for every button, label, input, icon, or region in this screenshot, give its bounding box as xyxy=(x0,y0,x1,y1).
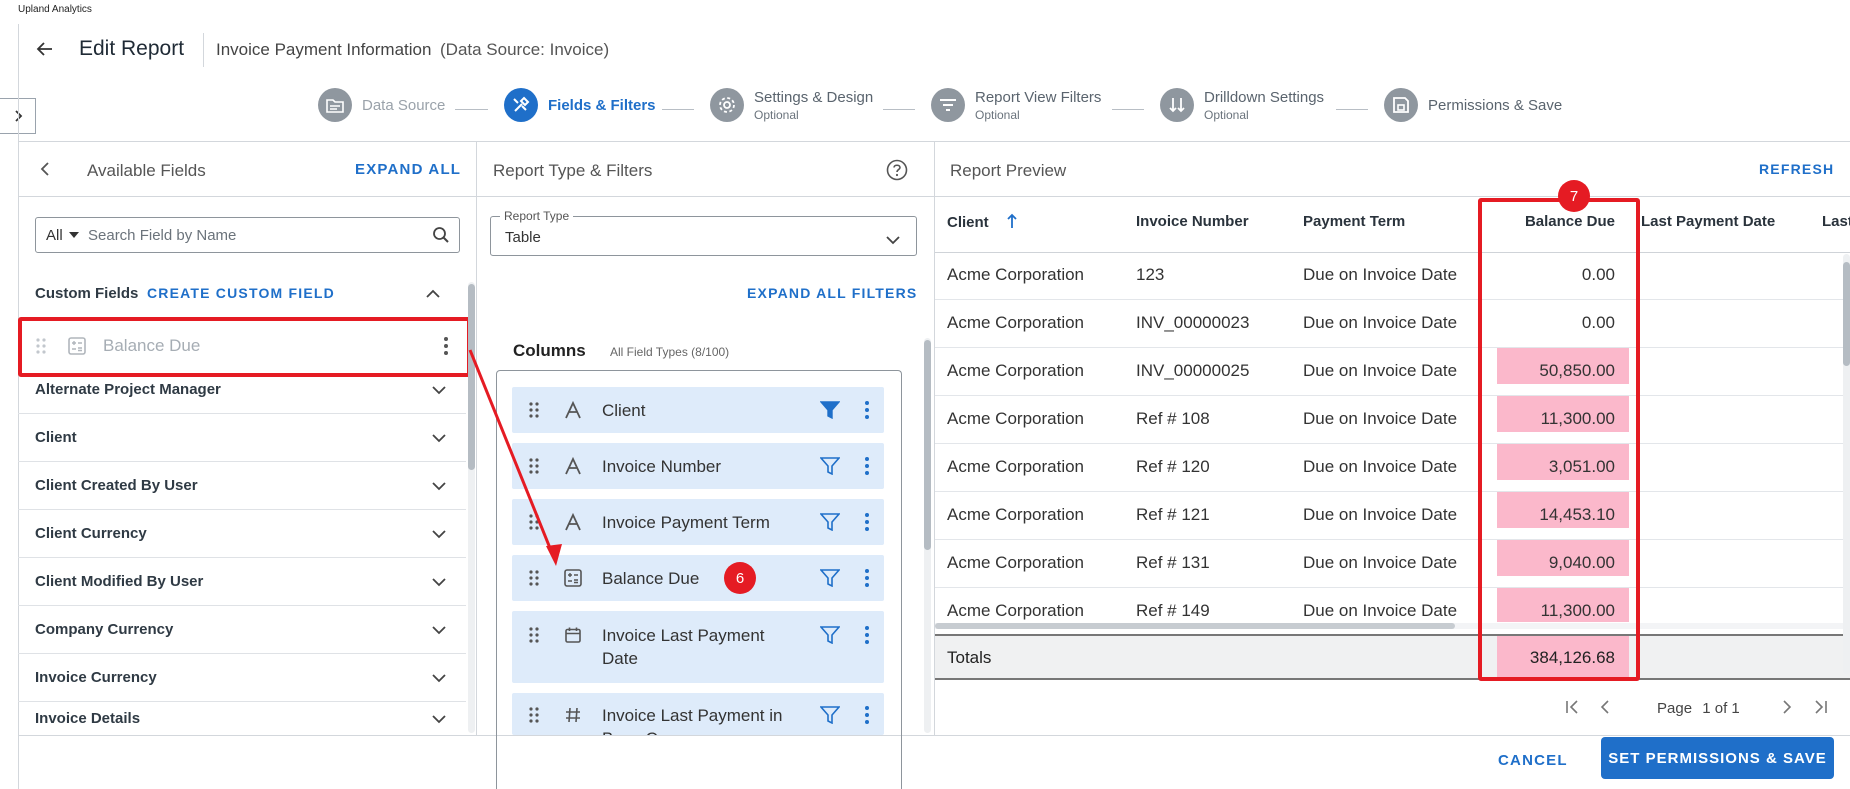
cell-invoice-number: 123 xyxy=(1136,265,1165,284)
set-permissions-save-button[interactable]: SET PERMISSIONS & SAVE xyxy=(1601,737,1834,779)
cell-payment-term: Due on Invoice Date xyxy=(1303,313,1458,332)
column-header-client[interactable]: Client xyxy=(947,213,1017,231)
sort-ascending-icon xyxy=(1007,213,1017,228)
cell-client: Acme Corporation xyxy=(947,265,1085,284)
table-h-scrollbar-thumb[interactable] xyxy=(935,623,1455,629)
column-header-payment-term[interactable]: Payment Term xyxy=(1303,213,1405,230)
cell-payment-term: Due on Invoice Date xyxy=(1303,553,1458,572)
cell-payment-term: Due on Invoice Date xyxy=(1303,505,1458,524)
cell-payment-term: Due on Invoice Date xyxy=(1303,265,1458,284)
cell-client: Acme Corporation xyxy=(947,409,1085,428)
refresh-button[interactable]: REFRESH xyxy=(1759,161,1834,177)
annotation-badge-7: 7 xyxy=(1558,180,1590,212)
cell-client: Acme Corporation xyxy=(947,457,1085,476)
column-header-last[interactable]: Last xyxy=(1822,213,1850,230)
table-v-scrollbar-thumb[interactable] xyxy=(1843,262,1850,366)
column-header-invoice-number[interactable]: Invoice Number xyxy=(1136,213,1249,230)
page-value: 1 of 1 xyxy=(1702,700,1740,717)
last-page-icon xyxy=(1815,700,1827,714)
cell-invoice-number: Ref # 121 xyxy=(1136,505,1210,524)
cell-client: Acme Corporation xyxy=(947,601,1085,620)
cell-invoice-number: Ref # 131 xyxy=(1136,553,1210,572)
first-page-icon xyxy=(1566,700,1578,714)
previous-page-button[interactable] xyxy=(1600,700,1610,719)
cell-invoice-number: INV_00000023 xyxy=(1136,313,1250,332)
cell-payment-term: Due on Invoice Date xyxy=(1303,361,1458,380)
totals-label: Totals xyxy=(947,648,992,667)
chevron-left-icon xyxy=(1600,700,1609,714)
cell-client: Acme Corporation xyxy=(947,505,1085,524)
next-page-button[interactable] xyxy=(1782,700,1792,719)
cell-invoice-number: Ref # 108 xyxy=(1136,409,1210,428)
page-indicator: Page 1 of 1 xyxy=(1657,700,1740,717)
chevron-right-icon xyxy=(1783,700,1792,714)
cell-payment-term: Due on Invoice Date xyxy=(1303,601,1458,620)
first-page-button[interactable] xyxy=(1565,700,1581,719)
cell-invoice-number: INV_00000025 xyxy=(1136,361,1250,380)
cell-payment-term: Due on Invoice Date xyxy=(1303,457,1458,476)
cell-invoice-number: Ref # 149 xyxy=(1136,601,1210,620)
cell-payment-term: Due on Invoice Date xyxy=(1303,409,1458,428)
report-preview-title: Report Preview xyxy=(950,161,1067,180)
totals-row xyxy=(935,634,1850,680)
cell-invoice-number: Ref # 120 xyxy=(1136,457,1210,476)
annotation-box-balance-due-column xyxy=(1478,198,1640,681)
cell-client: Acme Corporation xyxy=(947,361,1085,380)
column-header-last-payment-date[interactable]: Last Payment Date xyxy=(1641,213,1775,230)
cancel-button[interactable]: CANCEL xyxy=(1498,752,1568,769)
last-page-button[interactable] xyxy=(1812,700,1828,719)
page-label: Page xyxy=(1657,700,1693,717)
cell-client: Acme Corporation xyxy=(947,553,1085,572)
cell-client: Acme Corporation xyxy=(947,313,1085,332)
